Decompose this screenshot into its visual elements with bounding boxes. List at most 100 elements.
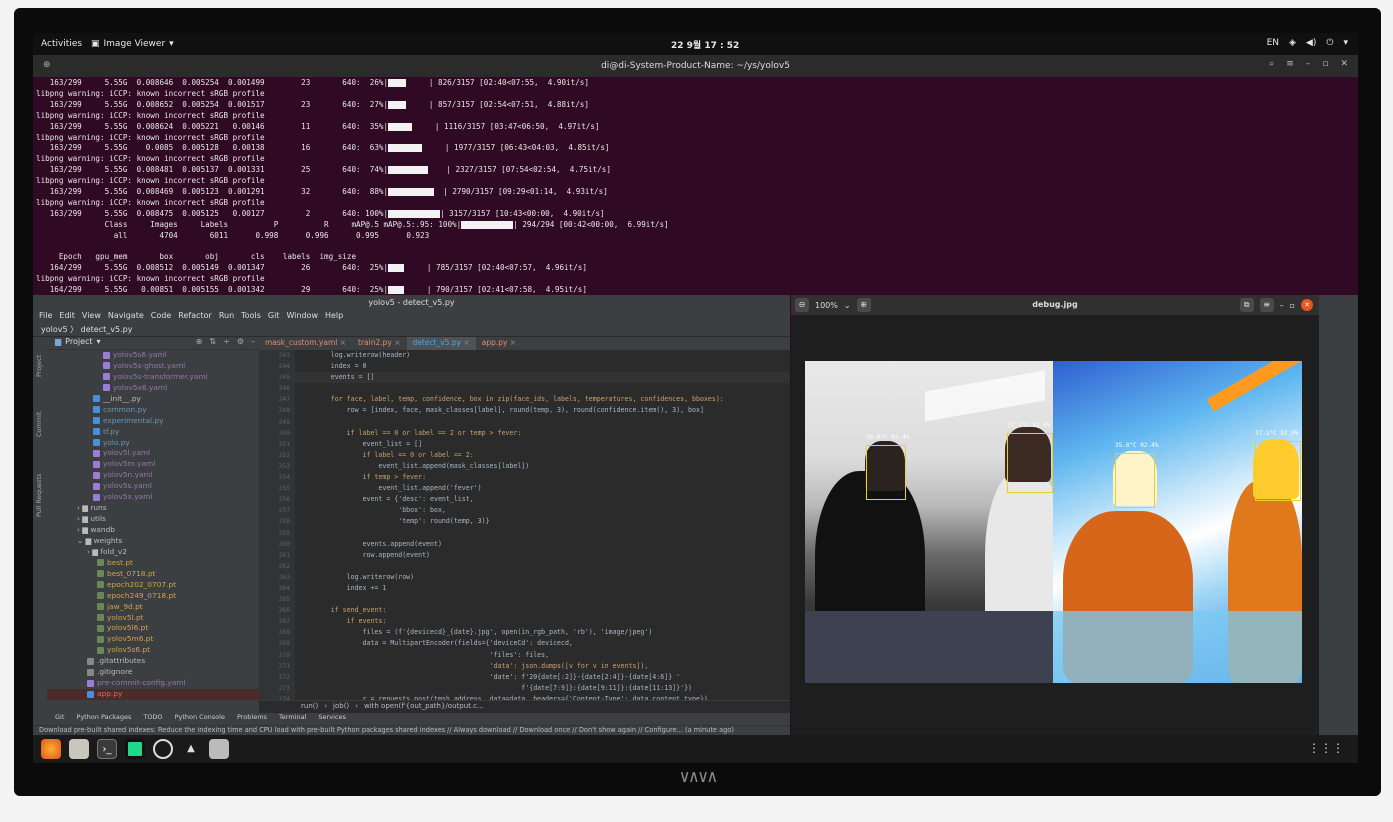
menu-icon[interactable]: ≡ — [1259, 298, 1274, 312]
code-line[interactable]: 'data': json.dumps([v for v in events]), — [295, 661, 790, 672]
project-tool-tab[interactable]: Project — [35, 355, 43, 377]
breadcrumb-segment[interactable]: job() — [333, 702, 349, 712]
activities-button[interactable]: Activities — [41, 39, 82, 49]
code-line[interactable]: index += 1 — [295, 583, 790, 594]
image-viewer-icon[interactable] — [209, 739, 229, 759]
project-tree-item[interactable]: yolov5s-ghost.yaml — [47, 361, 259, 372]
close-icon[interactable]: ✕ — [1340, 59, 1348, 69]
tool-window-todo[interactable]: TODO — [143, 713, 162, 725]
code-line[interactable]: event_list.append(mask_classes[label]) — [295, 461, 790, 472]
project-tree-item[interactable]: yolov5x.yaml — [47, 492, 259, 503]
project-tree-item[interactable]: epoch249_0718.pt — [47, 591, 259, 602]
code-line[interactable] — [295, 417, 790, 428]
menu-refactor[interactable]: Refactor — [178, 311, 212, 324]
project-label[interactable]: Project — [65, 337, 92, 349]
menu-view[interactable]: View — [82, 311, 101, 324]
project-tree-item[interactable]: yolov5m.yaml — [47, 459, 259, 470]
gear-icon[interactable]: ⚙ — [237, 337, 244, 349]
minimize-icon[interactable]: – — [1280, 301, 1284, 310]
code-line[interactable]: log.writerow(row) — [295, 572, 790, 583]
code-line[interactable]: 'temp': round(temp, 3)} — [295, 516, 790, 527]
menu-code[interactable]: Code — [151, 311, 171, 324]
project-tree-item[interactable]: yolov5l.yaml — [47, 448, 259, 459]
close-icon[interactable]: × — [392, 338, 400, 347]
code-line[interactable]: for face, label, temp, confidence, box i… — [295, 394, 790, 405]
code-line[interactable]: 'files': files, — [295, 650, 790, 661]
code-line[interactable]: 'bbox': box, — [295, 505, 790, 516]
search-icon[interactable]: ⌕ — [1269, 59, 1274, 69]
project-tree-item[interactable]: .gitignore — [47, 667, 259, 678]
code-line[interactable]: log.writerow(header) — [295, 350, 790, 361]
terminal-icon[interactable]: ›_ — [97, 739, 117, 759]
tool-window-python-packages[interactable]: Python Packages — [76, 713, 131, 725]
minimize-icon[interactable]: – — [1306, 59, 1311, 69]
project-tree-item[interactable]: jaw_9d.pt — [47, 602, 259, 613]
editor-tab[interactable]: app.py × — [476, 337, 522, 350]
tool-window-problems[interactable]: Problems — [237, 713, 267, 725]
close-icon[interactable]: × — [507, 338, 516, 347]
code-line[interactable]: if label == 0 or label == 2: — [295, 450, 790, 461]
code-line[interactable]: events = [] — [295, 372, 790, 384]
project-tree-item[interactable]: yolov5n.yaml — [47, 470, 259, 481]
collapse-icon[interactable]: ⇅ — [209, 337, 216, 349]
settings-icon[interactable] — [153, 739, 173, 759]
menu-navigate[interactable]: Navigate — [108, 311, 144, 324]
show-apps-icon[interactable]: ⋮⋮⋮ — [1308, 741, 1344, 755]
tool-window-git[interactable]: Git — [55, 713, 64, 725]
software-icon[interactable]: ▲ — [181, 739, 201, 759]
code-breadcrumb[interactable]: run() › job() › with open(f'{out_path}/outpu… — [259, 700, 790, 712]
terminal-window[interactable]: ⊕ di@di-System-Product-Name: ~/ys/yolov5… — [33, 55, 1358, 327]
code-editor[interactable]: log.writerow(header) index = 0 events = … — [295, 350, 790, 700]
project-tree-item[interactable]: experimental.py — [47, 416, 259, 427]
code-line[interactable] — [295, 594, 790, 605]
project-tree-item[interactable]: __init__.py — [47, 394, 259, 405]
pull-requests-tool-tab[interactable]: Pull Requests — [35, 474, 43, 517]
code-line[interactable] — [295, 383, 790, 394]
close-icon[interactable]: × — [337, 338, 346, 347]
project-tree-item[interactable]: app.py — [47, 689, 259, 700]
project-tree-item[interactable]: › ▆ fold_v2 — [47, 547, 259, 558]
code-line[interactable]: if temp > fever: — [295, 472, 790, 483]
close-icon[interactable]: × — [461, 338, 469, 347]
code-line[interactable]: f'{date[7:9]}:{date[9:11]}:{date[11:13]}… — [295, 683, 790, 694]
menu-git[interactable]: Git — [268, 311, 280, 324]
ide-breadcrumb[interactable]: yolov5 〉 detect_v5.py — [33, 324, 790, 337]
project-tree-item[interactable]: best.pt — [47, 558, 259, 569]
menu-window[interactable]: Window — [286, 311, 318, 324]
firefox-icon[interactable] — [41, 739, 61, 759]
fullscreen-icon[interactable]: ⧉ — [1239, 298, 1254, 312]
project-tree-item[interactable]: yolo.py — [47, 438, 259, 449]
project-tree-item[interactable]: yolov5s6.yaml — [47, 350, 259, 361]
code-line[interactable]: events.append(event) — [295, 539, 790, 550]
code-line[interactable] — [295, 528, 790, 539]
editor-tab[interactable]: train2.py × — [352, 337, 406, 350]
hide-icon[interactable]: – — [251, 337, 255, 349]
expand-icon[interactable]: ÷ — [223, 337, 230, 349]
project-tree-item[interactable]: › ▆ wandb — [47, 525, 259, 536]
project-tree-item[interactable]: › ▆ runs — [47, 503, 259, 514]
tool-window-python-console[interactable]: Python Console — [175, 713, 225, 725]
maximize-icon[interactable]: ▫ — [1290, 301, 1295, 310]
pycharm-icon[interactable] — [125, 739, 145, 759]
code-line[interactable]: 'date': f'20{date[:2]}-{date[2:4]}-{date… — [295, 672, 790, 683]
menu-file[interactable]: File — [39, 311, 52, 324]
code-line[interactable]: row = [index, face, mask_classes[label],… — [295, 405, 790, 416]
menu-icon[interactable]: ≡ — [1286, 59, 1294, 69]
project-tree-item[interactable]: › ▆ utils — [47, 514, 259, 525]
menu-run[interactable]: Run — [219, 311, 234, 324]
editor-tab[interactable]: mask_custom.yaml × — [259, 337, 352, 350]
code-line[interactable]: event_list = [] — [295, 439, 790, 450]
terminal-output[interactable]: 163/299 5.55G 0.008646 0.005254 0.001499… — [33, 77, 1358, 327]
project-tree-item[interactable]: .gitattributes — [47, 656, 259, 667]
commit-tool-tab[interactable]: Commit — [35, 411, 43, 437]
image-viewer-window[interactable]: ⊖ 100% ⌄ ⊕ debug.jpg ⧉ ≡ – ▫ ✕ 36.0°C 92… — [791, 295, 1319, 735]
project-tree-item[interactable]: common.py — [47, 405, 259, 416]
menu-tools[interactable]: Tools — [241, 311, 261, 324]
project-tree-item[interactable]: yolov5l.pt — [47, 613, 259, 624]
project-tree-item[interactable]: yolov5s.yaml — [47, 481, 259, 492]
code-line[interactable]: row.append(event) — [295, 550, 790, 561]
project-tree-item[interactable]: epoch202_0707.pt — [47, 580, 259, 591]
project-tree-item[interactable]: ⌄ ▆ weights — [47, 536, 259, 547]
project-tree-item[interactable]: tf.py — [47, 427, 259, 438]
close-icon[interactable]: ✕ — [1301, 299, 1313, 311]
